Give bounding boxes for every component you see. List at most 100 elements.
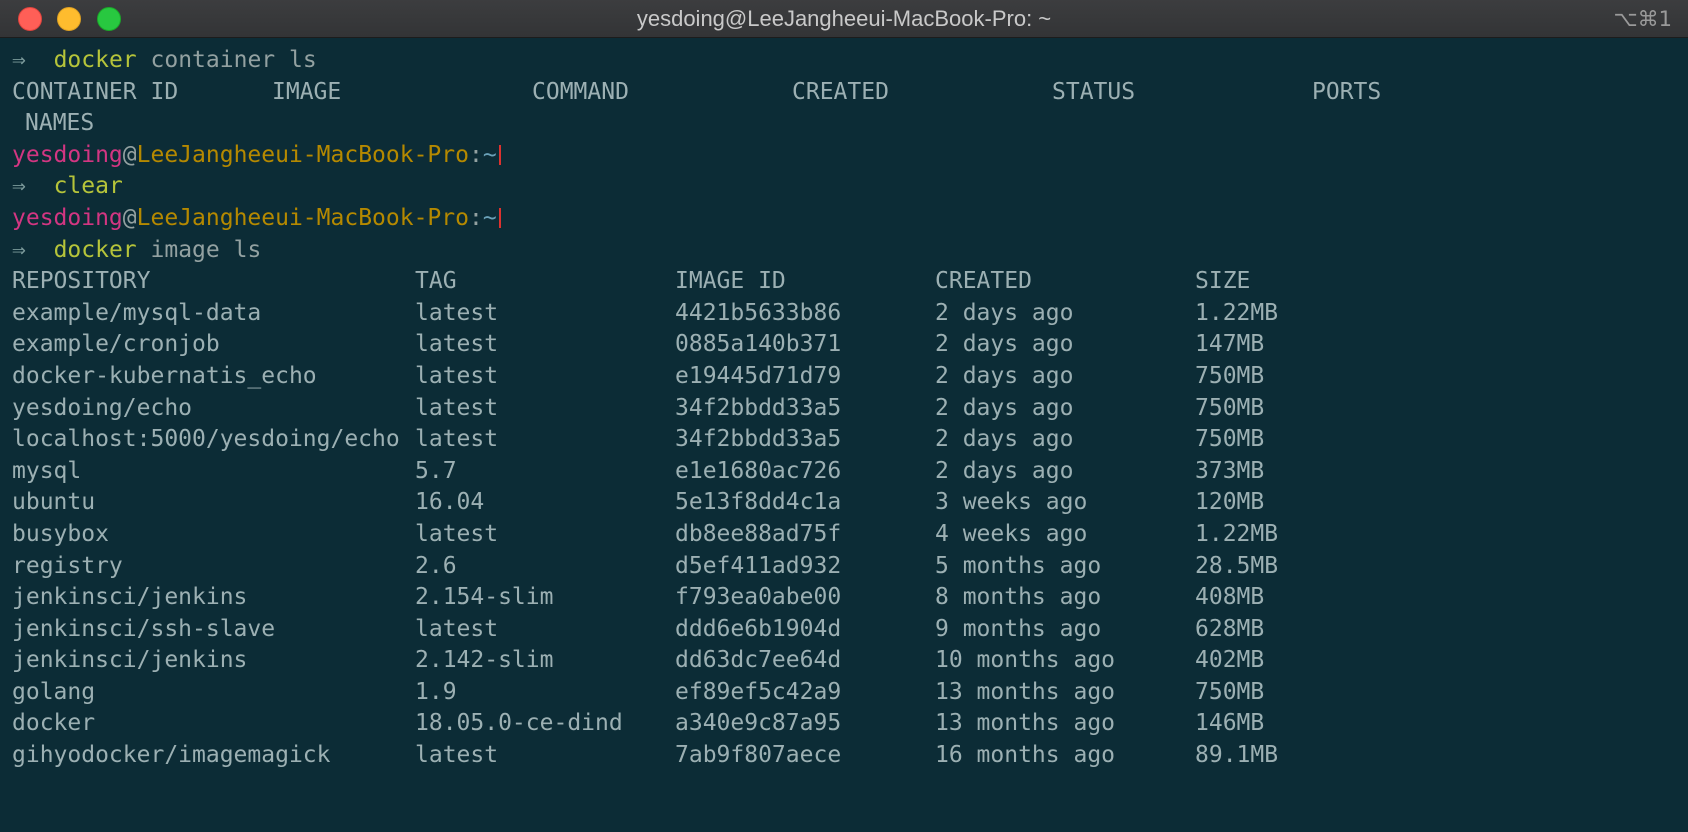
cell-image-id: ddd6e6b1904d bbox=[675, 615, 842, 642]
cell-repository: docker-kubernatis_echo bbox=[12, 362, 317, 389]
table-row: example/cronjob latest 0885a140b371 2 days … bbox=[12, 329, 1672, 361]
cell-size: 373MB bbox=[1195, 457, 1265, 484]
cell-image-id: a340e9c87a95 bbox=[675, 710, 842, 737]
table-header-row: CONTAINER ID IMAGE COMMAND CREATED STATU… bbox=[12, 77, 1672, 109]
header-names: NAMES bbox=[25, 110, 95, 137]
header-command: COMMAND bbox=[532, 78, 629, 105]
cell-repository: registry bbox=[12, 552, 123, 579]
table-row: golang 1.9 ef89ef5c42a9 13 months ago 750MB bbox=[12, 677, 1672, 709]
cell-size: 147MB bbox=[1195, 331, 1265, 358]
cell-created: 10 months ago bbox=[935, 647, 1116, 674]
cell-created: 4 weeks ago bbox=[935, 520, 1088, 547]
cell-repository: busybox bbox=[12, 520, 109, 547]
cell-tag: 2.6 bbox=[415, 552, 457, 579]
cell-image-id: 34f2bbdd33a5 bbox=[675, 394, 842, 421]
cell-image-id: db8ee88ad75f bbox=[675, 520, 842, 547]
cell-tag: latest bbox=[415, 426, 499, 453]
prompt-arrow-icon: ⇒ bbox=[12, 173, 26, 200]
cell-size: 146MB bbox=[1195, 710, 1265, 737]
cell-created: 2 days ago bbox=[935, 331, 1074, 358]
window-title: yesdoing@LeeJangheeui-MacBook-Pro: ~ bbox=[636, 6, 1052, 31]
header-created: CREATED bbox=[792, 78, 889, 105]
cell-created: 13 months ago bbox=[935, 710, 1116, 737]
cell-repository: ubuntu bbox=[12, 489, 96, 516]
cell-tag: 18.05.0-ce-dind bbox=[415, 710, 623, 737]
cell-tag: 1.9 bbox=[415, 678, 457, 705]
table-row: docker 18.05.0-ce-dind a340e9c87a95 13 mont… bbox=[12, 708, 1672, 740]
cell-size: 750MB bbox=[1195, 678, 1265, 705]
table-row: mysql 5.7 e1e1680ac726 2 days ago 373MB bbox=[12, 456, 1672, 488]
prompt-colon: : bbox=[468, 204, 483, 231]
cell-tag: 5.7 bbox=[415, 457, 457, 484]
cell-repository: example/cronjob bbox=[12, 331, 220, 358]
prompt-path: ~ bbox=[482, 141, 497, 168]
cell-created: 2 days ago bbox=[935, 362, 1074, 389]
header-status: STATUS bbox=[1052, 78, 1136, 105]
cell-tag: 2.142-slim bbox=[415, 647, 554, 674]
prompt-host: LeeJangheeui-MacBook-Pro bbox=[136, 204, 469, 231]
cell-size: 408MB bbox=[1195, 584, 1265, 611]
cell-repository: golang bbox=[12, 678, 96, 705]
header-container-id: CONTAINER ID bbox=[12, 78, 179, 105]
cell-tag: latest bbox=[415, 394, 499, 421]
title-bar[interactable]: yesdoing@LeeJangheeui-MacBook-Pro: ~ ⌥⌘1 bbox=[0, 0, 1688, 38]
cell-tag: latest bbox=[415, 299, 499, 326]
cell-size: 750MB bbox=[1195, 426, 1265, 453]
command-line: ⇒ clear bbox=[12, 171, 1672, 203]
prompt-host: LeeJangheeui-MacBook-Pro bbox=[136, 141, 469, 168]
cell-size: 28.5MB bbox=[1195, 552, 1279, 579]
table-row: jenkinsci/jenkins 2.142-slim dd63dc7ee64d 1… bbox=[12, 645, 1672, 677]
cell-tag: latest bbox=[415, 331, 499, 358]
table-row: example/mysql-data latest 4421b5633b86 2 da… bbox=[12, 298, 1672, 330]
image-table-body: example/mysql-data latest 4421b5633b86 2 da… bbox=[12, 298, 1672, 772]
cell-image-id: e1e1680ac726 bbox=[675, 457, 842, 484]
cell-created: 8 months ago bbox=[935, 584, 1102, 611]
header-image-id: IMAGE ID bbox=[675, 268, 786, 295]
prompt-line: yesdoing@LeeJangheeui-MacBook-Pro:~ bbox=[12, 203, 1672, 235]
cell-image-id: f793ea0abe00 bbox=[675, 584, 842, 611]
cursor-icon bbox=[498, 207, 501, 228]
cell-image-id: 34f2bbdd33a5 bbox=[675, 426, 842, 453]
cell-created: 5 months ago bbox=[935, 552, 1102, 579]
terminal-output[interactable]: ⇒ docker container ls CONTAINER ID IMAGE… bbox=[12, 45, 1672, 772]
cell-image-id: ef89ef5c42a9 bbox=[675, 678, 842, 705]
header-repository: REPOSITORY bbox=[12, 268, 151, 295]
command-name: clear bbox=[53, 173, 123, 200]
cell-repository: example/mysql-data bbox=[12, 299, 262, 326]
cell-size: 750MB bbox=[1195, 394, 1265, 421]
table-row: docker-kubernatis_echo latest e19445d71d79… bbox=[12, 361, 1672, 393]
cell-image-id: 0885a140b371 bbox=[675, 331, 842, 358]
cell-image-id: d5ef411ad932 bbox=[675, 552, 842, 579]
cell-repository: jenkinsci/jenkins bbox=[12, 584, 248, 611]
cell-image-id: 5e13f8dd4c1a bbox=[675, 489, 842, 516]
command-name: docker bbox=[53, 47, 137, 73]
header-ports: PORTS bbox=[1312, 78, 1382, 105]
prompt-colon: : bbox=[468, 141, 483, 168]
cell-size: 89.1MB bbox=[1195, 742, 1279, 769]
prompt-user: yesdoing bbox=[12, 141, 123, 168]
header-tag: TAG bbox=[415, 268, 457, 295]
cell-created: 2 days ago bbox=[935, 457, 1074, 484]
cell-tag: latest bbox=[415, 615, 499, 642]
cell-size: 120MB bbox=[1195, 489, 1265, 516]
header-created: CREATED bbox=[935, 268, 1032, 295]
prompt-at: @ bbox=[122, 141, 137, 168]
cursor-icon bbox=[498, 144, 501, 165]
cell-created: 2 days ago bbox=[935, 299, 1074, 326]
table-header-row-wrap: NAMES bbox=[12, 108, 1672, 140]
cell-tag: latest bbox=[415, 520, 499, 547]
cell-created: 16 months ago bbox=[935, 742, 1116, 769]
table-row: jenkinsci/jenkins 2.154-slim f793ea0abe00 8… bbox=[12, 582, 1672, 614]
cell-image-id: dd63dc7ee64d bbox=[675, 647, 842, 674]
cell-created: 3 weeks ago bbox=[935, 489, 1088, 516]
terminal-window: yesdoing@LeeJangheeui-MacBook-Pro: ~ ⌥⌘1… bbox=[0, 0, 1688, 832]
prompt-arrow-icon: ⇒ bbox=[12, 47, 26, 73]
cell-tag: latest bbox=[415, 362, 499, 389]
cell-repository: yesdoing/echo bbox=[12, 394, 193, 421]
prompt-path: ~ bbox=[482, 204, 497, 231]
cell-tag: 2.154-slim bbox=[415, 584, 554, 611]
cell-image-id: 7ab9f807aece bbox=[675, 742, 842, 769]
cell-created: 2 days ago bbox=[935, 426, 1074, 453]
cell-size: 402MB bbox=[1195, 647, 1265, 674]
window-shortcut: ⌥⌘1 bbox=[1613, 7, 1672, 31]
